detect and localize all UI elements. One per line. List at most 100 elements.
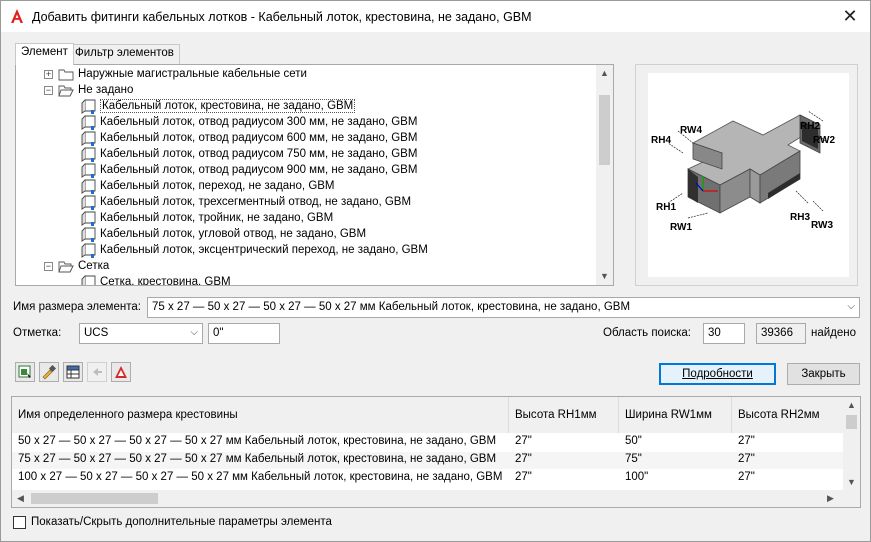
folder-icon bbox=[58, 69, 74, 81]
tree-item[interactable]: Кабельный лоток, отвод радиусом 750 мм, … bbox=[16, 147, 596, 163]
table-header: Имя определенного размера крестовины Выс… bbox=[12, 397, 844, 433]
preview-panel: RW4 RH4 RH2 RW2 RH1 RW1 RH3 RW3 bbox=[635, 64, 858, 286]
table-cell: 50" bbox=[625, 435, 642, 447]
tree-item-label: Кабельный лоток, крестовина, не задано, … bbox=[100, 99, 356, 113]
chevron-down-icon: ⌵ bbox=[190, 327, 198, 338]
label-rw4: RW4 bbox=[680, 125, 702, 136]
back-button[interactable] bbox=[87, 362, 107, 382]
fitting-item-icon bbox=[81, 275, 96, 285]
tree-item[interactable]: + Наружные магистральные кабельные сети bbox=[16, 67, 596, 83]
scroll-down-icon[interactable]: ▼ bbox=[847, 477, 856, 487]
tree-item-label: Кабельный лоток, тройник, не задано, GBM bbox=[100, 212, 334, 224]
tree-item-label: Наружные магистральные кабельные сети bbox=[78, 68, 307, 80]
tree-item-label: Кабельный лоток, трехсегментный отвод, н… bbox=[100, 196, 412, 208]
scroll-down-icon[interactable]: ▼ bbox=[596, 268, 613, 285]
label-rh4: RH4 bbox=[651, 135, 671, 146]
folder-open-icon bbox=[58, 85, 74, 97]
tree-item[interactable]: Кабельный лоток, угловой отвод, не задан… bbox=[16, 227, 596, 243]
size-name-combo[interactable]: 75 x 27 — 50 x 27 — 50 x 27 — 50 x 27 мм… bbox=[147, 297, 860, 318]
table-row[interactable]: 75 x 27 — 50 x 27 — 50 x 27 — 50 x 27 мм… bbox=[12, 452, 844, 469]
tree-item[interactable]: − Не задано bbox=[16, 83, 596, 99]
column-header-name[interactable]: Имя определенного размера крестовины bbox=[12, 397, 509, 433]
tree-item-label: Кабельный лоток, отвод радиусом 750 мм, … bbox=[100, 148, 418, 160]
column-header-rw1[interactable]: Ширина RW1мм bbox=[619, 397, 732, 433]
fitting-item-icon bbox=[81, 147, 96, 162]
details-button-label: Подробности bbox=[682, 368, 753, 380]
dialog-window: Добавить фитинги кабельных лотков - Кабе… bbox=[0, 0, 871, 542]
scroll-up-icon[interactable]: ▲ bbox=[847, 400, 856, 410]
fitting-item-icon bbox=[81, 131, 96, 146]
elevation-label: Отметка: bbox=[13, 327, 62, 339]
tree-item-label: Сетка bbox=[78, 260, 110, 272]
scroll-thumb[interactable] bbox=[846, 415, 857, 429]
table-cell: 27" bbox=[738, 471, 755, 483]
scroll-up-icon[interactable]: ▲ bbox=[596, 65, 613, 82]
table-cell: 75" bbox=[625, 453, 642, 465]
table-view-button[interactable] bbox=[63, 362, 83, 382]
table-cell: 75 x 27 — 50 x 27 — 50 x 27 — 50 x 27 мм… bbox=[18, 453, 497, 465]
tree-item[interactable]: Кабельный лоток, отвод радиусом 600 мм, … bbox=[16, 131, 596, 147]
tree-item[interactable]: Кабельный лоток, крестовина, не задано, … bbox=[16, 99, 596, 115]
tree-item-label: Сетка, крестовина, GBM bbox=[100, 276, 231, 286]
details-button[interactable]: Подробности bbox=[659, 363, 776, 385]
arrow-left-icon bbox=[93, 368, 102, 376]
sizes-table[interactable]: Имя определенного размера крестовины Выс… bbox=[11, 396, 861, 508]
table-view-icon bbox=[66, 365, 80, 379]
scroll-thumb[interactable] bbox=[599, 95, 610, 165]
tree-vertical-scrollbar[interactable]: ▲ ▼ bbox=[596, 65, 613, 285]
size-name-value: 75 x 27 — 50 x 27 — 50 x 27 — 50 x 27 мм… bbox=[152, 301, 631, 313]
table-cell: 27" bbox=[515, 471, 532, 483]
label-rw2: RW2 bbox=[813, 135, 835, 146]
tree-item[interactable]: Кабельный лоток, отвод радиусом 300 мм, … bbox=[16, 115, 596, 131]
table-vertical-scrollbar[interactable]: ▲ ▼ bbox=[843, 397, 860, 490]
tree-item[interactable]: − Сетка bbox=[16, 259, 596, 275]
table-cell: 27" bbox=[738, 435, 755, 447]
show-hide-label[interactable]: Показать/Скрыть дополнительные параметры… bbox=[31, 516, 332, 528]
tree-item[interactable]: Кабельный лоток, эксцентрический переход… bbox=[16, 243, 596, 259]
table-horizontal-scrollbar[interactable]: ◀ ▶ bbox=[12, 490, 860, 507]
found-label: найдено bbox=[811, 327, 857, 339]
tab-element-filter[interactable]: Фильтр элементов bbox=[69, 44, 180, 65]
close-button[interactable]: Закрыть bbox=[787, 363, 860, 385]
expand-icon[interactable]: + bbox=[44, 70, 53, 79]
collapse-icon[interactable]: − bbox=[44, 86, 53, 95]
column-header-rh2[interactable]: Высота RH2мм bbox=[732, 397, 844, 433]
collapse-icon[interactable]: − bbox=[44, 262, 53, 271]
fitting-item-icon bbox=[81, 179, 96, 194]
autocad-a-icon bbox=[11, 9, 23, 23]
search-radius-input[interactable]: 30 bbox=[703, 323, 745, 344]
fitting-item-icon bbox=[81, 243, 96, 258]
column-header-rh1[interactable]: Высота RH1мм bbox=[509, 397, 619, 433]
table-cell: 50 x 27 — 50 x 27 — 50 x 27 — 50 x 27 мм… bbox=[18, 435, 497, 447]
table-row[interactable]: 100 x 27 — 50 x 27 — 50 x 27 — 50 x 27 м… bbox=[12, 470, 844, 487]
table-row[interactable]: 50 x 27 — 50 x 27 — 50 x 27 — 50 x 27 мм… bbox=[12, 434, 844, 451]
tree-item[interactable]: Кабельный лоток, трехсегментный отвод, н… bbox=[16, 195, 596, 211]
tree-rows: + Наружные магистральные кабельные сети − Н… bbox=[16, 67, 596, 286]
table-cell: 27" bbox=[515, 435, 532, 447]
close-window-button[interactable]: ✕ bbox=[838, 5, 862, 27]
tree-item[interactable]: Кабельный лоток, тройник, не задано, GBM bbox=[16, 211, 596, 227]
table-cell: 100 x 27 — 50 x 27 — 50 x 27 — 50 x 27 м… bbox=[18, 471, 503, 483]
scroll-thumb[interactable] bbox=[31, 493, 158, 504]
tree-item[interactable]: Кабельный лоток, отвод радиусом 900 мм, … bbox=[16, 163, 596, 179]
revit-button[interactable] bbox=[111, 362, 131, 382]
tree-item-label: Кабельный лоток, отвод радиусом 600 мм, … bbox=[100, 132, 418, 144]
table-cell: 27" bbox=[515, 453, 532, 465]
show-hide-checkbox[interactable] bbox=[13, 516, 26, 529]
scroll-left-icon[interactable]: ◀ bbox=[17, 493, 24, 504]
label-rh2: RH2 bbox=[800, 121, 820, 132]
tree-item[interactable]: Сетка, крестовина, GBM bbox=[16, 275, 596, 286]
add-to-drawing-button[interactable] bbox=[15, 362, 35, 382]
fitting-item-icon bbox=[81, 163, 96, 178]
title-bar: Добавить фитинги кабельных лотков - Кабе… bbox=[1, 1, 870, 32]
scroll-right-icon[interactable]: ▶ bbox=[827, 493, 834, 504]
match-properties-button[interactable] bbox=[39, 362, 59, 382]
element-tree[interactable]: + Наружные магистральные кабельные сети − Н… bbox=[15, 64, 614, 286]
ucs-combo[interactable]: UCS ⌵ bbox=[79, 323, 203, 344]
fitting-preview-image: RW4 RH4 RH2 RW2 RH1 RW1 RH3 RW3 bbox=[648, 73, 849, 277]
elevation-input[interactable]: 0" bbox=[208, 323, 280, 344]
tree-item-label: Кабельный лоток, угловой отвод, не задан… bbox=[100, 228, 367, 240]
chevron-down-icon: ⌵ bbox=[847, 301, 855, 312]
tree-item[interactable]: Кабельный лоток, переход, не задано, GBM bbox=[16, 179, 596, 195]
tab-element[interactable]: Элемент bbox=[15, 43, 74, 65]
